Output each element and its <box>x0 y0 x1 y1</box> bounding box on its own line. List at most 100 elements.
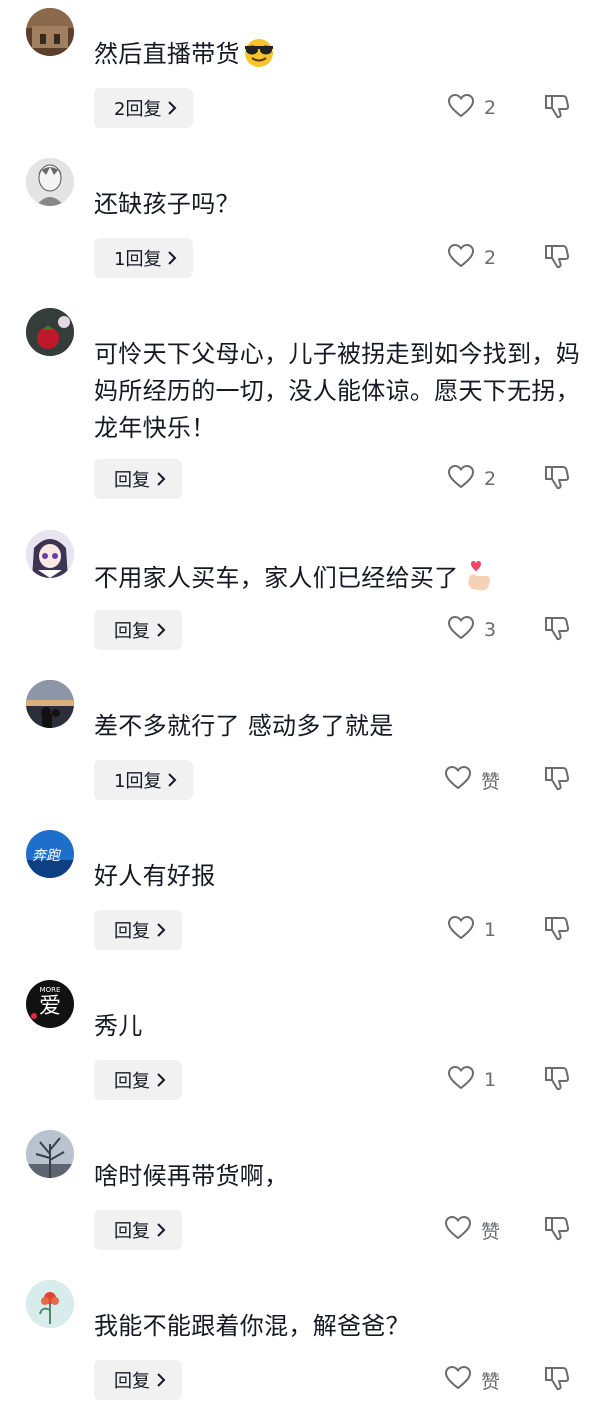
thumbs-down-icon <box>544 1215 570 1245</box>
avatar[interactable] <box>26 680 74 728</box>
thumbs-down-icon <box>544 915 570 945</box>
like-count: 3 <box>484 619 497 641</box>
chevron-right-icon <box>156 1223 166 1237</box>
comment-text: 秀儿 <box>94 1012 143 1040</box>
reply-button[interactable]: 回复 <box>94 910 182 950</box>
thumbs-down-icon <box>544 93 570 123</box>
avatar[interactable] <box>26 1130 74 1178</box>
thumbs-down-icon <box>544 464 570 494</box>
comment-item: 可怜天下父母心，儿子被拐走到如今找到，妈妈所经历的一切，没人能体谅。愿天下无拐，… <box>0 300 600 521</box>
comment-text: 好人有好报 <box>94 862 216 890</box>
reply-label: 回复 <box>114 1371 150 1392</box>
reply-label: 回复 <box>114 1221 150 1242</box>
heart-outline-icon <box>444 1365 471 1394</box>
dislike-button[interactable] <box>544 1360 570 1400</box>
reply-button[interactable]: 1回复 <box>94 238 194 278</box>
chevron-right-icon <box>156 1373 166 1387</box>
like-count: 赞 <box>480 1370 500 1393</box>
comment-item: 然后直播带货 2回复 2 <box>0 0 600 150</box>
avatar-text: 爱 <box>39 994 61 1019</box>
reply-button[interactable]: 回复 <box>94 1060 182 1100</box>
comment-text: 可怜天下父母心，儿子被拐走到如今找到，妈妈所经历的一切，没人能体谅。愿天下无拐，… <box>94 340 580 442</box>
heart-outline-icon <box>447 243 475 272</box>
avatar-small-text: MORE <box>40 986 61 994</box>
heart-outline-icon <box>447 915 475 944</box>
heart-outline-icon <box>444 765 471 794</box>
reply-label: 回复 <box>114 921 150 942</box>
chevron-right-icon <box>156 623 166 637</box>
comment-item: 奔跑 好人有好报 回复 1 <box>0 822 600 972</box>
sunglasses-emoji-icon <box>242 38 276 79</box>
reply-button[interactable]: 回复 <box>94 459 182 499</box>
comment-item: 差不多就行了 感动多了就是 1回复 赞 <box>0 672 600 822</box>
heart-outline-icon <box>447 93 475 122</box>
dislike-button[interactable] <box>544 1210 570 1250</box>
like-button[interactable]: 2 <box>447 238 500 278</box>
like-count: 赞 <box>480 1220 500 1243</box>
comment-text: 啥时候再带货啊， <box>94 1162 289 1190</box>
like-button[interactable]: 3 <box>447 610 500 650</box>
reply-label: 1回复 <box>114 771 162 792</box>
like-count: 1 <box>484 919 497 941</box>
like-button[interactable]: 赞 <box>444 1210 500 1250</box>
heart-outline-icon <box>447 615 475 644</box>
chevron-right-icon <box>156 472 166 486</box>
chevron-right-icon <box>167 101 177 115</box>
avatar[interactable] <box>26 8 74 56</box>
avatar[interactable]: 奔跑 <box>26 830 74 878</box>
thumbs-down-icon <box>544 1065 570 1095</box>
comment-text: 然后直播带货 <box>94 36 580 79</box>
thumbs-down-icon <box>544 243 570 273</box>
like-button[interactable]: 1 <box>447 910 500 950</box>
reply-label: 2回复 <box>114 99 162 120</box>
avatar-text: 奔跑 <box>32 848 62 864</box>
reply-label: 回复 <box>114 621 150 642</box>
reply-button[interactable]: 2回复 <box>94 88 194 128</box>
avatar[interactable] <box>26 308 74 356</box>
like-count: 2 <box>484 247 497 269</box>
reply-button[interactable]: 回复 <box>94 1210 182 1250</box>
heart-outline-icon <box>447 1065 475 1094</box>
dislike-button[interactable] <box>544 910 570 950</box>
comment-item: 我能不能跟着你混，解爸爸？ 回复 赞 <box>0 1272 600 1409</box>
reply-label: 1回复 <box>114 249 162 270</box>
heart-outline-icon <box>447 464 475 493</box>
reply-button[interactable]: 回复 <box>94 610 182 650</box>
dislike-button[interactable] <box>544 1060 570 1100</box>
comment-item: 啥时候再带货啊， 回复 赞 <box>0 1122 600 1272</box>
like-button[interactable]: 1 <box>447 1060 500 1100</box>
reply-button[interactable]: 1回复 <box>94 760 194 800</box>
like-button[interactable]: 2 <box>447 88 500 128</box>
reply-label: 回复 <box>114 470 150 491</box>
thumbs-down-icon <box>544 615 570 645</box>
comment-text: 还缺孩子吗？ <box>94 190 240 218</box>
like-count: 1 <box>484 1069 497 1091</box>
like-button[interactable]: 2 <box>447 459 500 499</box>
comment-text: 差不多就行了 感动多了就是 <box>94 712 394 740</box>
chevron-right-icon <box>156 1073 166 1087</box>
avatar[interactable] <box>26 158 74 206</box>
comment-item: 爱 MORE 秀儿 回复 1 <box>0 972 600 1122</box>
avatar[interactable] <box>26 1280 74 1328</box>
like-button[interactable]: 赞 <box>444 1360 500 1400</box>
avatar[interactable]: 爱 MORE <box>26 980 74 1028</box>
chevron-right-icon <box>167 773 177 787</box>
chevron-right-icon <box>156 923 166 937</box>
comment-item: 还缺孩子吗？ 1回复 2 <box>0 150 600 300</box>
dislike-button[interactable] <box>544 459 570 499</box>
like-count: 赞 <box>480 770 500 793</box>
avatar[interactable] <box>26 530 74 578</box>
dislike-button[interactable] <box>544 760 570 800</box>
reply-button[interactable]: 回复 <box>94 1360 182 1400</box>
comment-item: 不用家人买车，家人们已经给买了 回复 3 <box>0 522 600 672</box>
dislike-button[interactable] <box>544 610 570 650</box>
like-button[interactable]: 赞 <box>444 760 500 800</box>
like-count: 2 <box>484 97 497 119</box>
dislike-button[interactable] <box>544 238 570 278</box>
like-count: 2 <box>484 468 497 490</box>
comment-list: 然后直播带货 2回复 2 还缺孩子吗？ 1回复 2 可怜天下父母心，儿子被拐走到… <box>0 0 600 1409</box>
dislike-button[interactable] <box>544 88 570 128</box>
chevron-right-icon <box>167 251 177 265</box>
comment-text: 我能不能跟着你混，解爸爸？ <box>94 1312 410 1340</box>
thumbs-down-icon <box>544 765 570 795</box>
